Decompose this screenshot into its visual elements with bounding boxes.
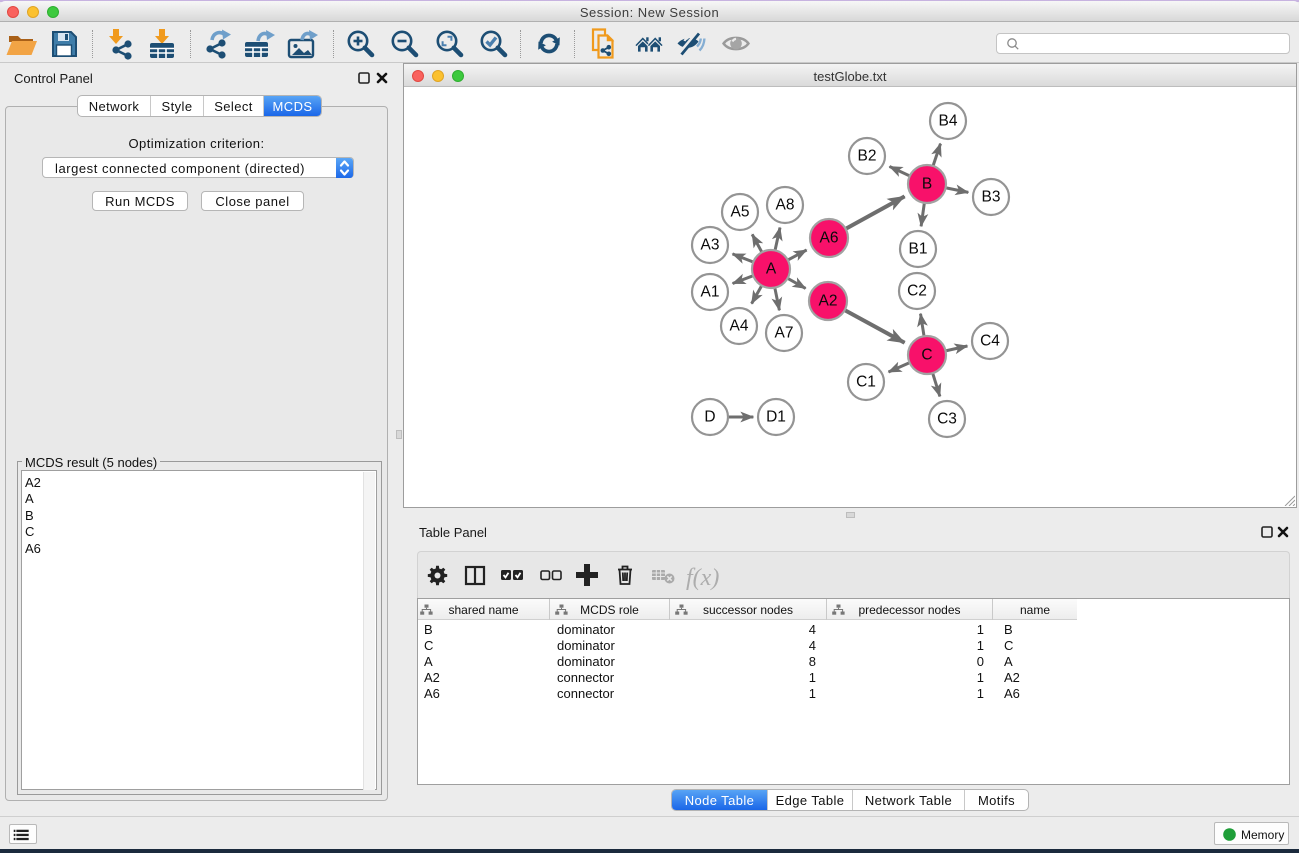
- svg-text:A6: A6: [820, 230, 839, 247]
- svg-text:A1: A1: [701, 284, 720, 301]
- svg-text:A3: A3: [701, 237, 720, 254]
- svg-text:A5: A5: [731, 204, 750, 221]
- svg-text:C2: C2: [907, 283, 927, 300]
- svg-text:C3: C3: [937, 411, 957, 428]
- svg-text:C4: C4: [980, 333, 1000, 350]
- svg-text:B2: B2: [858, 148, 877, 165]
- svg-text:B4: B4: [939, 113, 958, 130]
- svg-text:A2: A2: [819, 293, 838, 310]
- svg-text:D1: D1: [766, 409, 786, 426]
- svg-text:B1: B1: [909, 241, 928, 258]
- svg-text:D: D: [704, 409, 715, 426]
- svg-text:C: C: [921, 347, 932, 364]
- svg-text:A8: A8: [776, 197, 795, 214]
- svg-text:C1: C1: [856, 374, 876, 391]
- svg-text:A7: A7: [775, 325, 794, 342]
- svg-text:A: A: [766, 261, 777, 278]
- svg-text:B: B: [922, 176, 932, 193]
- svg-text:B3: B3: [982, 189, 1001, 206]
- svg-text:A4: A4: [730, 318, 749, 335]
